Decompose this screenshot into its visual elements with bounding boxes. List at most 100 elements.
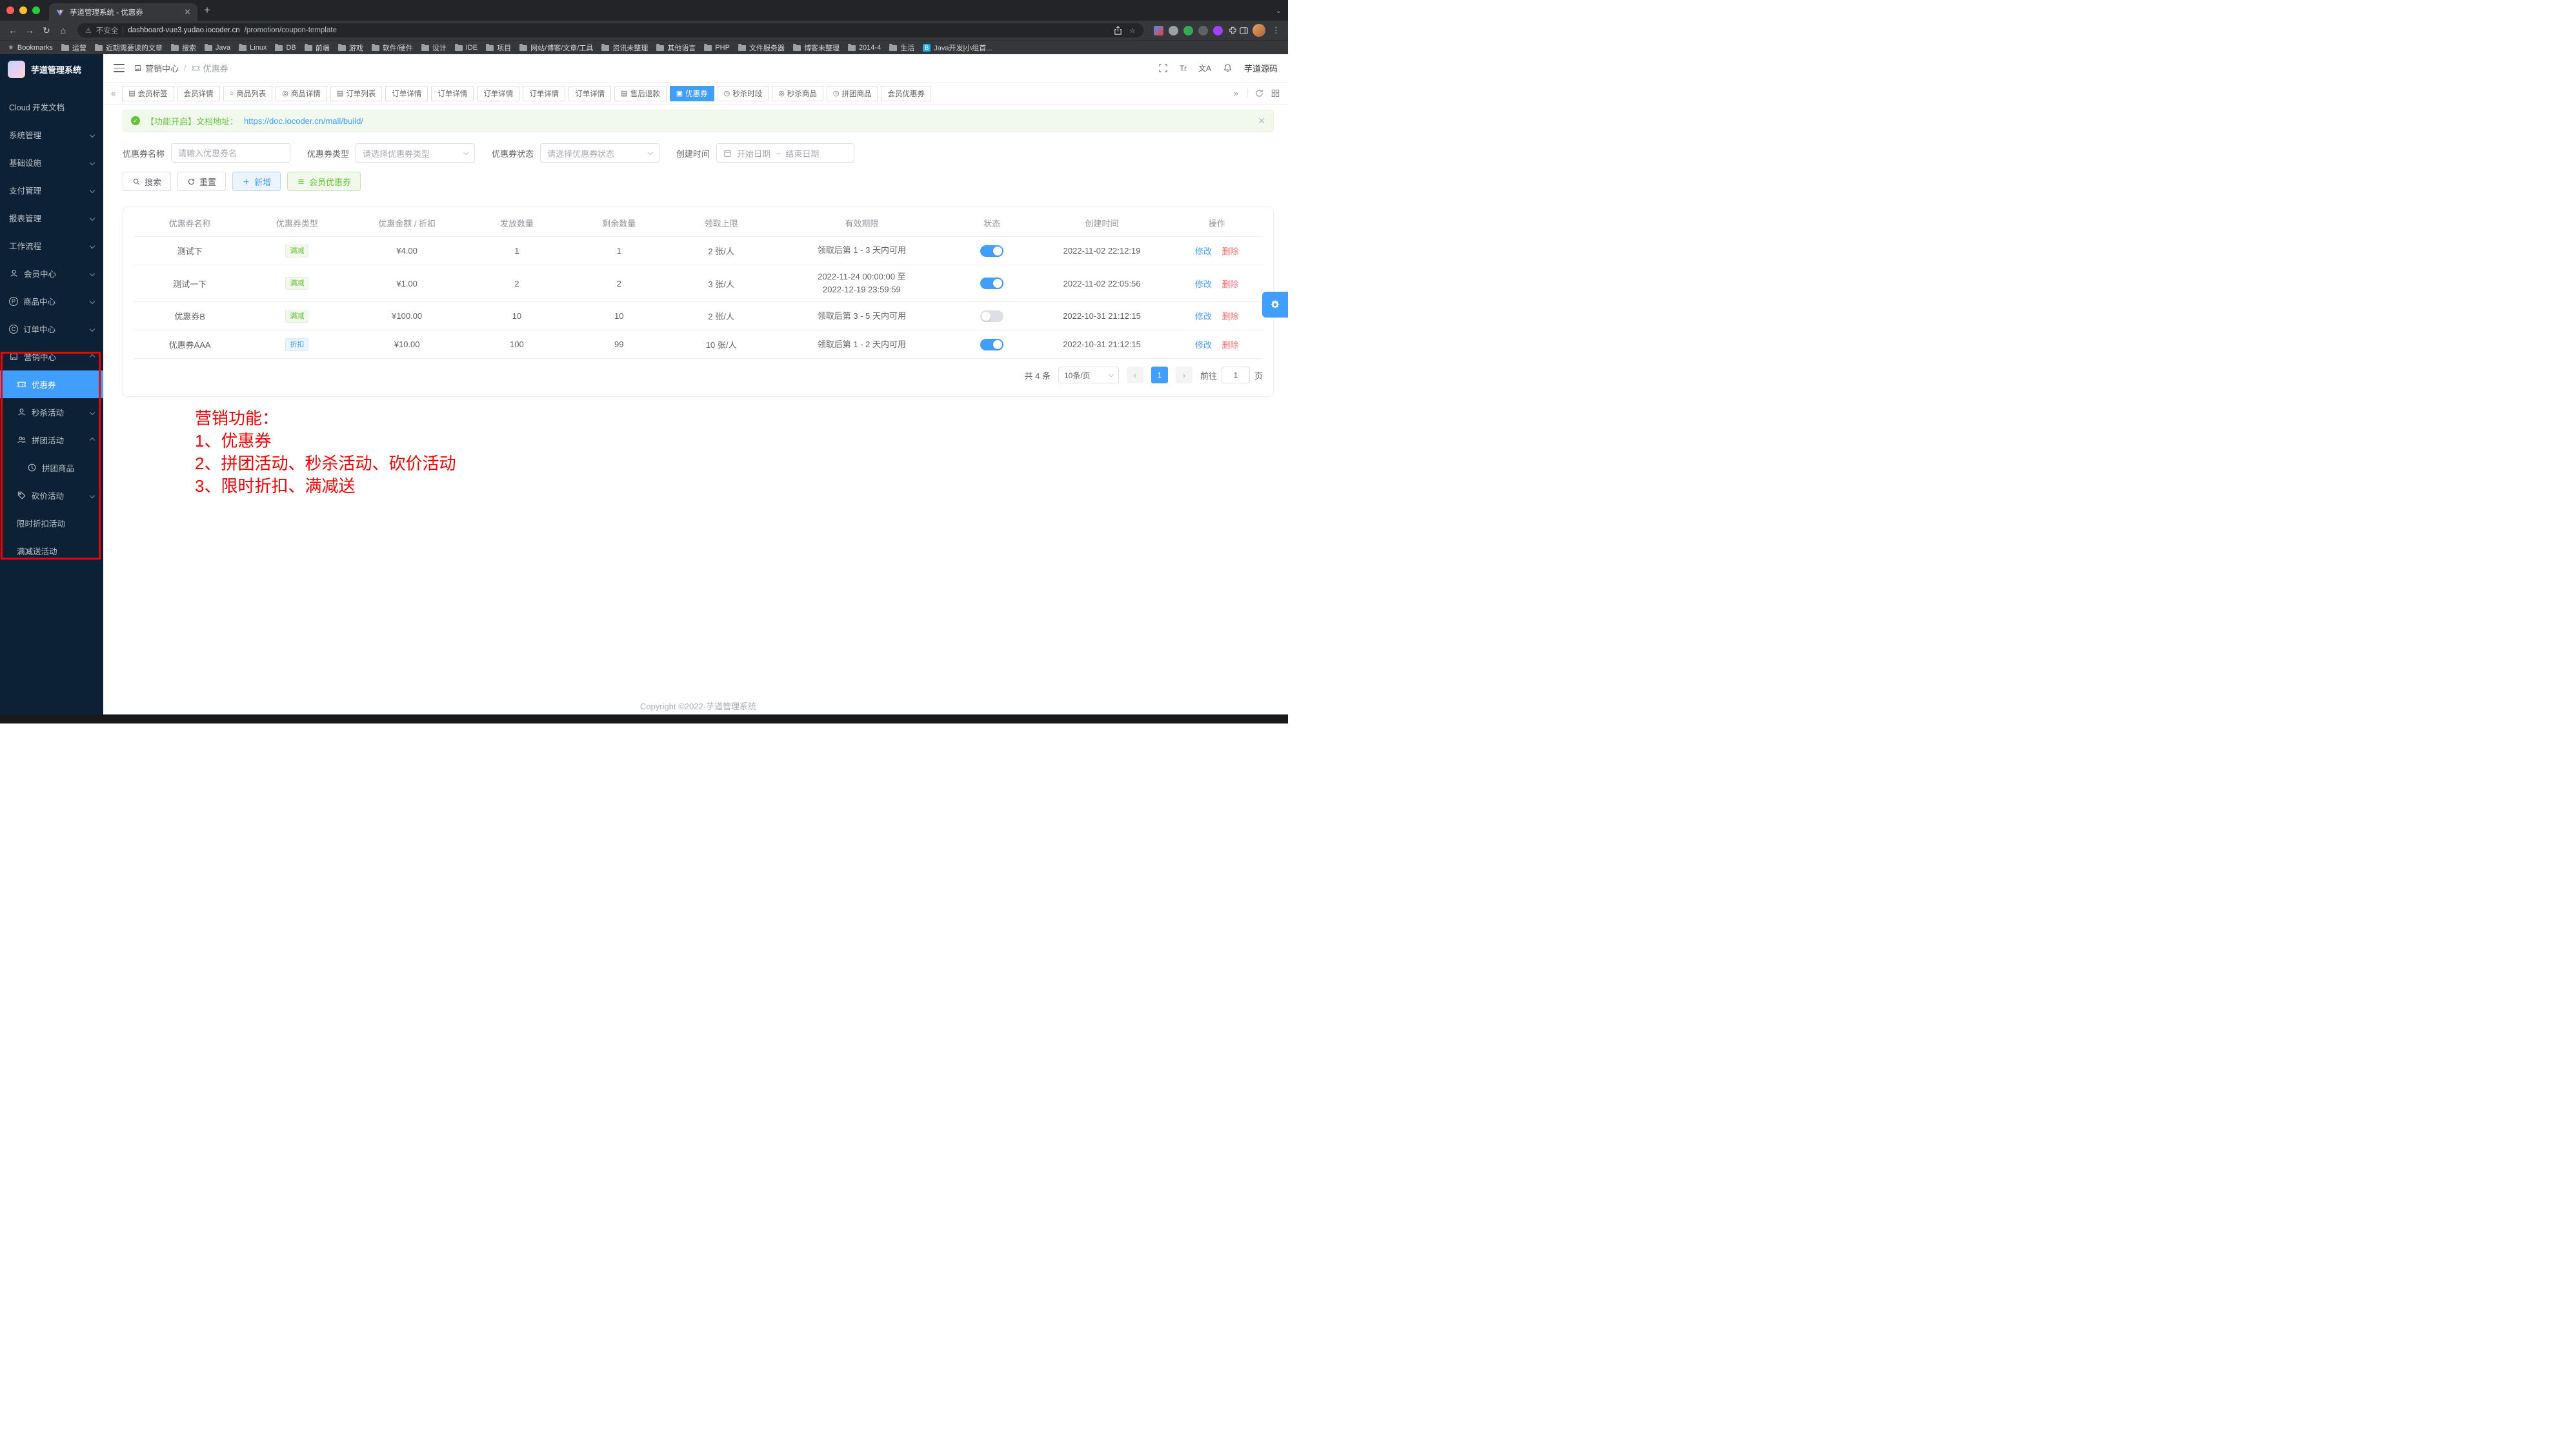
sidebar-item-groupbuy[interactable]: 拼团活动 [0,426,103,454]
edit-link[interactable]: 修改 [1195,340,1212,350]
next-page-button[interactable]: › [1176,367,1192,383]
coupon-type-select[interactable]: 请选择优惠券类型 [356,143,475,163]
goto-page-input[interactable] [1222,367,1250,383]
browser-menu-icon[interactable]: ⋮ [1269,25,1283,35]
bookmark-item[interactable]: Linux [239,44,267,52]
breadcrumb-marketing[interactable]: 营销中心 [134,62,179,74]
bookmark-star-icon[interactable]: ☆ [1129,26,1136,35]
bookmark-item[interactable]: 软件/硬件 [372,43,413,53]
bookmark-item[interactable]: 2014-4 [848,44,881,52]
view-tab[interactable]: ◷ 秒杀时段 [718,86,769,101]
edit-link[interactable]: 修改 [1195,312,1212,321]
collapse-menu-icon[interactable] [114,64,125,72]
extension-icon[interactable] [1183,26,1193,35]
view-tab[interactable]: ▤ 订单列表 [330,86,382,101]
forward-icon[interactable]: → [22,23,37,38]
refresh-icon[interactable] [1254,88,1264,98]
security-warning-icon[interactable]: ⚠ [85,26,92,35]
share-icon[interactable] [1113,26,1123,35]
delete-link[interactable]: 删除 [1222,247,1239,256]
app-logo[interactable]: 芋道管理系统 [0,54,103,84]
sidebar-item-infra[interactable]: 基础设施 [0,148,103,176]
sidebar-item-product-center[interactable]: 商品中心 [0,287,103,315]
sidebar-item-member-center[interactable]: 会员中心 [0,259,103,287]
bookmark-item[interactable]: 近期需要读的文章 [95,43,163,53]
prev-page-button[interactable]: ‹ [1127,367,1143,383]
view-tab[interactable]: 订单详情 [477,86,519,101]
coupon-status-select[interactable]: 请选择优惠券状态 [540,143,659,163]
close-window-button[interactable] [6,6,14,14]
tab-search-chevron-icon[interactable]: ⌄ [1276,0,1282,21]
sidebar-item-system[interactable]: 系统管理 [0,121,103,148]
bell-icon[interactable] [1223,63,1233,73]
home-icon[interactable]: ⌂ [55,23,71,38]
status-toggle[interactable] [980,339,1003,350]
view-tab[interactable]: ▤ 会员标签 [122,86,174,101]
page-size-select[interactable]: 10条/页 [1058,367,1119,383]
status-toggle[interactable] [980,278,1003,289]
bookmark-item[interactable]: 文件服务器 [738,43,785,53]
bookmark-item[interactable]: IDE [455,44,478,52]
browser-tab[interactable]: 芋道管理系统 - 优惠券 ✕ [49,3,197,21]
reset-button[interactable]: 重置 [177,172,226,191]
delete-link[interactable]: 删除 [1222,279,1239,289]
view-tab[interactable]: ◎ 秒杀商品 [772,86,823,101]
bookmark-item[interactable]: Java [205,44,230,52]
edit-link[interactable]: 修改 [1195,279,1212,289]
sidebar-item-marketing-center[interactable]: 营销中心 [0,343,103,370]
member-coupon-button[interactable]: 会员优惠券 [287,172,361,191]
delete-link[interactable]: 删除 [1222,340,1239,350]
extension-icon[interactable] [1154,26,1163,35]
bookmark-item[interactable]: 项目 [486,43,511,53]
bookmark-item[interactable]: 资讯未整理 [601,43,648,53]
bookmark-item[interactable]: Java开发|小组首... [923,43,992,53]
banner-link[interactable]: https://doc.iocoder.cn/mall/build/ [244,116,363,126]
new-tab-button[interactable]: + [204,0,210,21]
fullscreen-icon[interactable] [1158,63,1168,73]
view-tab[interactable]: 订单详情 [523,86,565,101]
view-tab[interactable]: 会员详情 [177,86,220,101]
reload-icon[interactable]: ↻ [39,23,54,38]
sidebar-item-coupon[interactable]: 优惠券 [0,370,103,398]
view-tab[interactable]: ◎ 商品详情 [276,86,327,101]
coupon-name-input[interactable] [171,143,290,163]
sidebar-item-cloud-docs[interactable]: Cloud 开发文档 [0,93,103,121]
created-date-range[interactable]: 开始日期 – 结束日期 [716,143,854,163]
sidebar-item-seckill[interactable]: 秒杀活动 [0,398,103,426]
sidebar-item-report[interactable]: 报表管理 [0,204,103,232]
username[interactable]: 芋道源码 [1244,62,1278,74]
bookmark-item[interactable]: 网站/博客/文章/工具 [519,43,593,53]
add-button[interactable]: 新增 [232,172,281,191]
sidebar-item-bargain[interactable]: 砍价活动 [0,481,103,509]
view-tab[interactable]: 会员优惠券 [881,86,931,101]
view-tab[interactable]: ○ 商品列表 [223,86,273,101]
view-tab[interactable]: ▣ 优惠券 [670,86,714,101]
sidebar-item-groupbuy-product[interactable]: 拼团商品 [0,454,103,481]
banner-close-icon[interactable]: ✕ [1258,116,1265,126]
extension-icon[interactable] [1213,26,1223,35]
bookmark-item[interactable]: 游戏 [338,43,363,53]
sidebar-item-workflow[interactable]: 工作流程 [0,232,103,259]
back-icon[interactable]: ← [5,23,21,38]
view-tab[interactable]: 订单详情 [385,86,428,101]
delete-link[interactable]: 删除 [1222,312,1239,321]
extension-icon[interactable] [1169,26,1178,35]
text-size-icon[interactable]: Tr [1180,64,1187,73]
current-page-button[interactable]: 1 [1151,367,1168,383]
status-toggle[interactable] [980,245,1003,257]
scroll-left-icon[interactable]: « [108,88,118,98]
view-tab[interactable]: 订单详情 [569,86,611,101]
bookmark-item[interactable]: 搜索 [171,43,196,53]
sidebar-item-full-reduction[interactable]: 满减送活动 [0,537,103,565]
bookmark-item[interactable]: 博客未整理 [793,43,840,53]
address-bar[interactable]: ⚠ 不安全 dashboard-vue3.yudao.iocoder.cn/pr… [77,23,1143,37]
view-tab[interactable]: ▤ 售后退款 [614,86,666,101]
view-tab[interactable]: 订单详情 [431,86,474,101]
extension-icon[interactable] [1198,26,1208,35]
bookmark-item[interactable]: 生活 [889,43,914,53]
status-toggle[interactable] [980,310,1003,322]
tab-close-icon[interactable]: ✕ [184,7,191,17]
view-tab[interactable]: ◷ 拼团商品 [827,86,878,101]
sidebar-item-payment[interactable]: 支付管理 [0,176,103,204]
extensions-puzzle-icon[interactable] [1228,26,1238,35]
